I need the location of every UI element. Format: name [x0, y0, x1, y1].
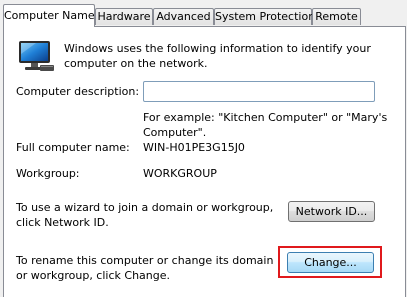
intro-text: Windows uses the following information t… [64, 42, 371, 70]
change-description: To rename this computer or change its do… [16, 254, 274, 282]
computer-description-label: Computer description: [16, 85, 140, 98]
tab-computer-name[interactable]: Computer Name [3, 4, 95, 27]
tab-hardware[interactable]: Hardware [95, 8, 153, 25]
tab-panel: Windows uses the following information t… [3, 26, 406, 297]
full-computer-name-label: Full computer name: [16, 141, 130, 154]
computer-description-hint: For example: "Kitchen Computer" or "Mary… [143, 111, 388, 139]
tab-remote[interactable]: Remote [312, 8, 361, 25]
tab-strip: Computer Name Hardware Advanced System P… [0, 0, 407, 27]
network-id-description: To use a wizard to join a domain or work… [16, 201, 274, 229]
tab-system-protection[interactable]: System Protection [214, 8, 315, 25]
network-id-button[interactable]: Network ID... [288, 201, 375, 222]
computer-description-input[interactable] [143, 81, 375, 102]
full-computer-name-value: WIN-H01PE3G15J0 [143, 141, 245, 154]
tab-advanced[interactable]: Advanced [153, 8, 214, 25]
computer-monitor-icon [16, 39, 56, 73]
workgroup-label: Workgroup: [16, 167, 80, 180]
workgroup-value: WORKGROUP [143, 167, 217, 180]
change-button[interactable]: Change... [287, 252, 374, 273]
